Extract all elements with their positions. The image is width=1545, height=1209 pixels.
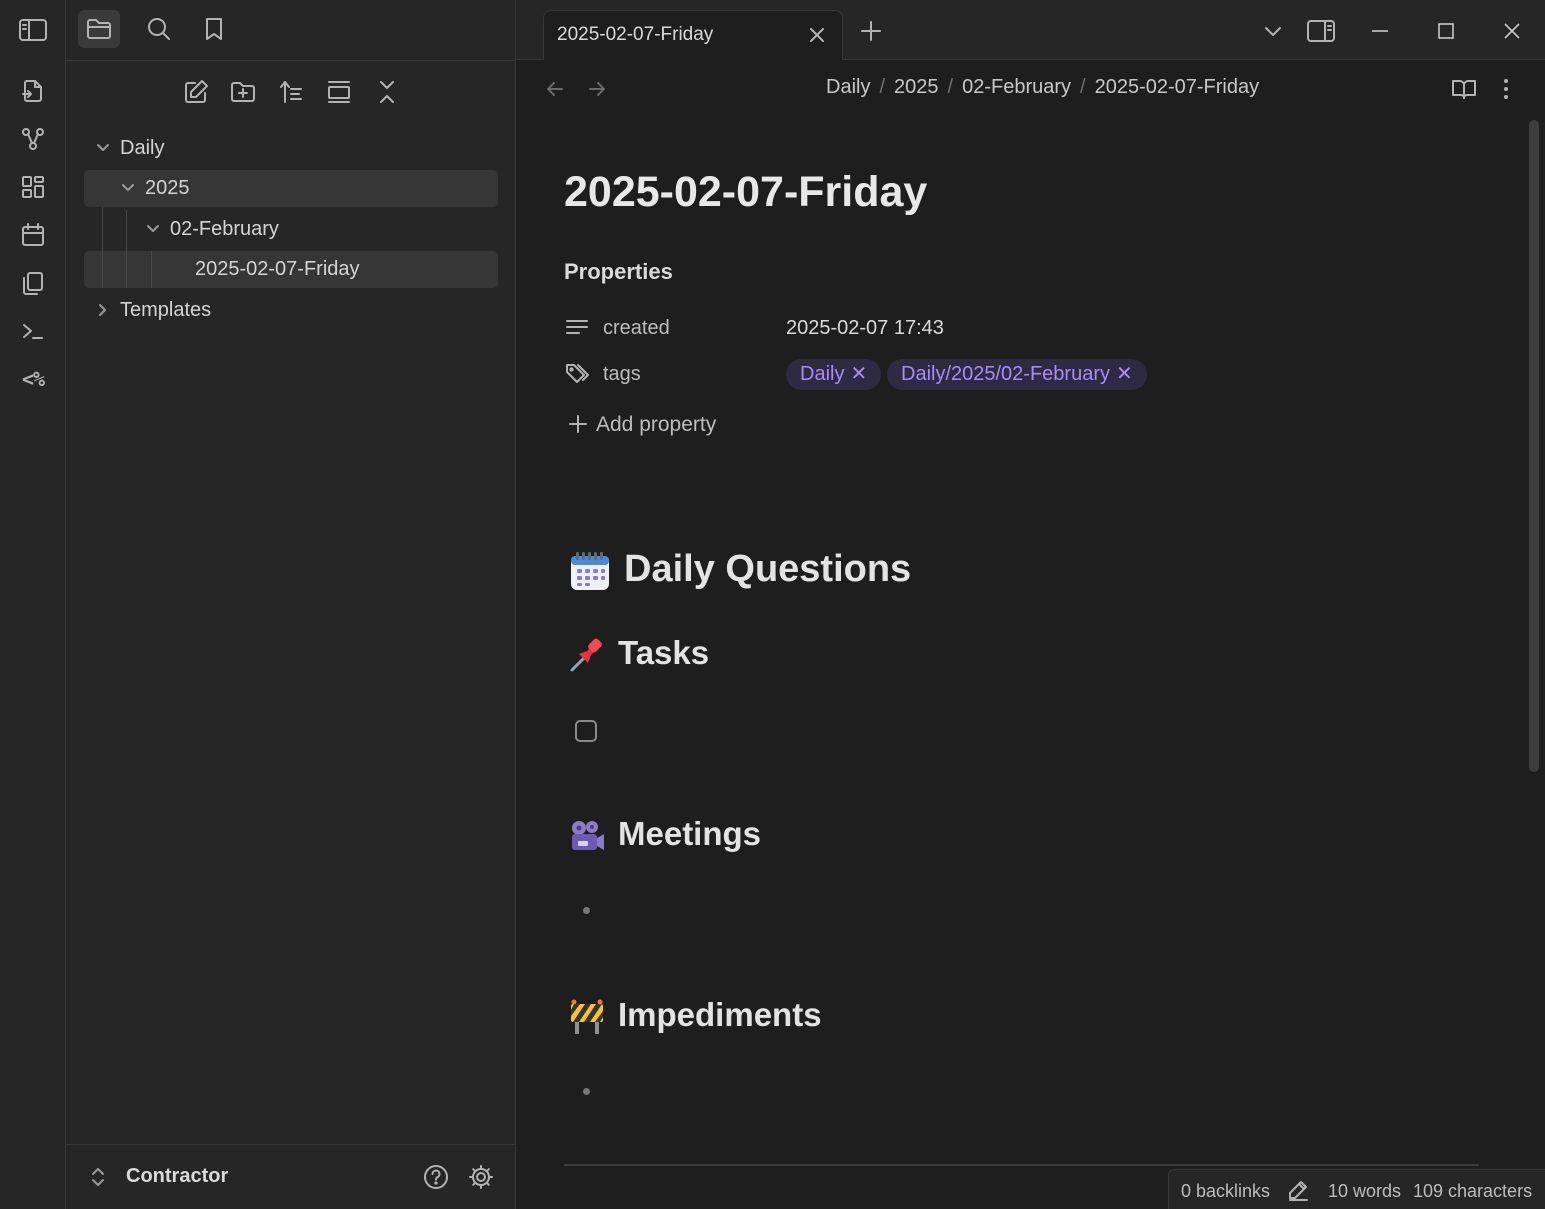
- heading-text: Daily Questions: [624, 548, 912, 590]
- property-created[interactable]: created 2025-02-07 17:43: [564, 311, 1464, 347]
- breadcrumb-separator: /: [1080, 76, 1086, 98]
- vault-switcher-bar: Contractor: [66, 1144, 515, 1209]
- close-window-icon[interactable]: [1495, 14, 1529, 48]
- indent-guide: [151, 251, 152, 288]
- text-lines-icon: [564, 315, 590, 339]
- tree-label: 2025: [145, 177, 190, 199]
- word-count: 10 words: [1328, 1181, 1402, 1201]
- breadcrumb-item[interactable]: Daily: [826, 76, 870, 98]
- tab-list-chevron-down-icon[interactable]: [1256, 14, 1290, 48]
- terminal-icon[interactable]: [14, 312, 52, 350]
- close-tab-icon[interactable]: [806, 24, 828, 46]
- vault-switcher-chevrons-icon[interactable]: [90, 1165, 106, 1189]
- files-tab-folder-icon[interactable]: [78, 10, 120, 48]
- property-key[interactable]: tags: [603, 363, 641, 386]
- tree-label: 2025-02-07-Friday: [195, 258, 360, 280]
- search-tab-icon[interactable]: [138, 10, 180, 48]
- minimize-window-icon[interactable]: [1363, 14, 1397, 48]
- construction-emoji-icon: [568, 998, 606, 1036]
- property-value[interactable]: 2025-02-07 17:43: [786, 317, 944, 340]
- property-key[interactable]: created: [603, 317, 670, 340]
- list-bullet[interactable]: [583, 1088, 590, 1095]
- breadcrumb-item[interactable]: 2025: [894, 76, 939, 98]
- tab-active-note[interactable]: 2025-02-07-Friday: [543, 10, 843, 60]
- heading-text: Impediments: [618, 996, 822, 1033]
- vault-name[interactable]: Contractor: [126, 1165, 228, 1188]
- tree-label: Daily: [120, 137, 165, 159]
- plus-icon: [568, 414, 588, 434]
- pushpin-emoji-icon: [568, 636, 606, 674]
- heading-text: Tasks: [618, 634, 710, 671]
- tag-pill[interactable]: Daily ✕: [786, 359, 882, 390]
- remove-tag-icon[interactable]: ✕: [850, 363, 867, 385]
- tree-folder-2025[interactable]: 2025: [84, 170, 498, 207]
- breadcrumb-separator: /: [947, 76, 954, 98]
- copy-files-icon[interactable]: [14, 264, 52, 302]
- maximize-window-icon[interactable]: [1429, 14, 1463, 48]
- add-property-button[interactable]: Add property: [568, 413, 716, 437]
- status-bar: 0 backlinks 10 words 109 characters: [1168, 1169, 1545, 1209]
- collapse-all-icon[interactable]: [367, 72, 407, 112]
- bookmarks-tab-icon[interactable]: [193, 10, 235, 48]
- note-title[interactable]: 2025-02-07-Friday: [564, 168, 927, 217]
- file-explorer-sidebar: Daily 2025 02-February 2025-02-07-Friday…: [66, 0, 516, 1209]
- heading-text: Meetings: [618, 815, 762, 852]
- new-tab-plus-icon[interactable]: [854, 14, 888, 48]
- tree-folder-templates[interactable]: Templates: [84, 292, 498, 329]
- tree-label: Templates: [120, 299, 212, 321]
- indent-guide: [102, 251, 103, 288]
- heading-meetings[interactable]: Meetings: [568, 815, 761, 855]
- navigate-back-arrow-icon[interactable]: [540, 74, 570, 104]
- heading-impediments[interactable]: Impediments: [568, 996, 822, 1036]
- graph-view-icon[interactable]: [14, 120, 52, 158]
- heading-daily-questions[interactable]: Daily Questions: [568, 548, 911, 593]
- left-ribbon: <%: [0, 0, 66, 1209]
- templater-icon[interactable]: <%: [14, 360, 52, 398]
- open-quick-switcher-icon[interactable]: [14, 72, 52, 110]
- character-count: 109 characters: [1413, 1181, 1533, 1201]
- calendar-emoji-icon: [568, 549, 612, 593]
- calendar-icon[interactable]: [14, 216, 52, 254]
- properties-heading[interactable]: Properties: [564, 259, 673, 285]
- breadcrumb-separator: /: [879, 76, 886, 98]
- editing-mode-pencil-icon[interactable]: [1287, 1179, 1309, 1201]
- canvas-icon[interactable]: [14, 168, 52, 206]
- breadcrumb: Daily / 2025 / 02-February / 2025-02-07-Friday: [826, 76, 1259, 99]
- change-sort-order-icon[interactable]: [271, 72, 311, 112]
- new-folder-icon[interactable]: [223, 72, 263, 112]
- more-options-icon[interactable]: [1491, 74, 1521, 104]
- new-note-icon[interactable]: [176, 72, 216, 112]
- tab-bar: 2025-02-07-Friday: [516, 0, 1545, 60]
- remove-tag-icon[interactable]: ✕: [1116, 363, 1133, 385]
- sidebar-tab-header: [66, 0, 515, 61]
- tag-label: Daily: [800, 363, 845, 385]
- tag-pill[interactable]: Daily/2025/02-February ✕: [887, 359, 1147, 390]
- breadcrumb-item[interactable]: 02-February: [962, 76, 1071, 98]
- tree-folder-daily[interactable]: Daily: [84, 130, 498, 167]
- indent-guide: [126, 251, 127, 288]
- heading-tasks[interactable]: Tasks: [568, 634, 709, 674]
- list-bullet[interactable]: [583, 907, 590, 914]
- property-tags[interactable]: tags Daily ✕ Daily/2025/02-February ✕: [564, 359, 1464, 395]
- tree-file-2025-02-07-friday[interactable]: 2025-02-07-Friday: [84, 251, 498, 288]
- auto-reveal-file-icon[interactable]: [319, 72, 359, 112]
- task-checkbox[interactable]: [575, 720, 597, 742]
- help-icon[interactable]: [422, 1163, 450, 1191]
- toggle-sidebar-icon[interactable]: [14, 11, 52, 49]
- horizontal-rule: [564, 1164, 1479, 1166]
- toggle-right-sidebar-icon[interactable]: [1304, 14, 1338, 48]
- movie-camera-emoji-icon: [568, 817, 606, 855]
- settings-gear-icon[interactable]: [467, 1163, 495, 1191]
- tab-title: 2025-02-07-Friday: [557, 24, 714, 45]
- backlinks-count[interactable]: 0 backlinks: [1181, 1181, 1270, 1202]
- editor-scrollbar[interactable]: [1529, 120, 1539, 772]
- tree-label: 02-February: [170, 218, 279, 240]
- tag-label: Daily/2025/02-February: [901, 363, 1110, 385]
- tree-folder-02-february[interactable]: 02-February: [84, 211, 498, 248]
- navigate-forward-arrow-icon[interactable]: [582, 74, 612, 104]
- tags-icon: [564, 361, 592, 387]
- reading-view-book-icon[interactable]: [1449, 74, 1479, 104]
- add-property-label: Add property: [596, 413, 717, 436]
- breadcrumb-item[interactable]: 2025-02-07-Friday: [1095, 76, 1260, 98]
